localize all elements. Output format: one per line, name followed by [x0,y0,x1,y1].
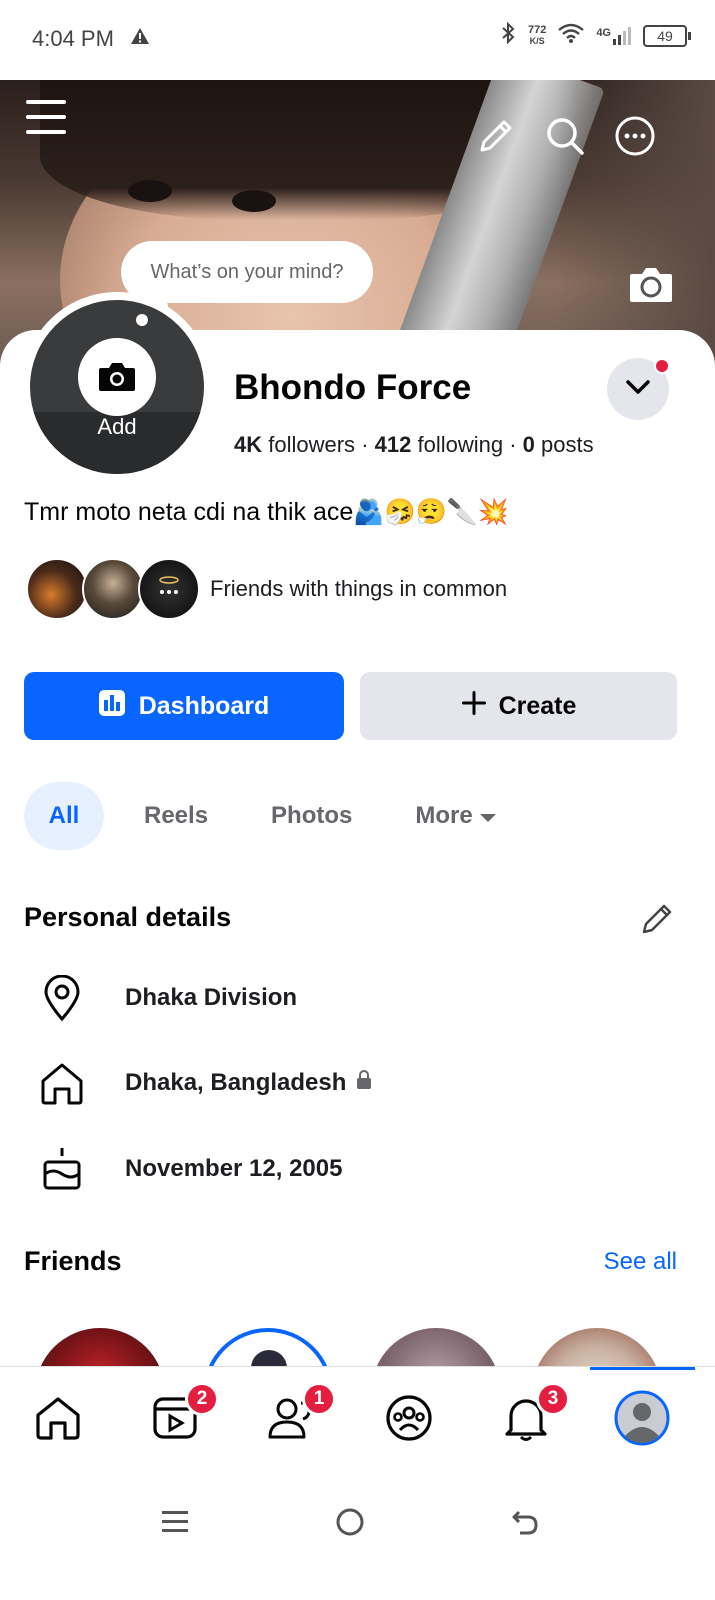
notifications-badge: 3 [536,1382,570,1416]
plus-icon [461,690,487,723]
dashboard-button[interactable]: Dashboard [24,672,344,740]
friends-badge: 1 [302,1382,336,1416]
avatar-add-label: Add [97,414,137,439]
edit-pencil-icon[interactable] [474,114,518,158]
following-count[interactable]: 412 [375,432,412,457]
profile-tabs: All Reels Photos More [24,782,497,850]
recent-apps-icon[interactable] [155,1504,195,1540]
separator: · [361,432,369,457]
friends-title: Friends [24,1246,122,1276]
avatar[interactable]: Add [30,300,204,474]
chevron-down-icon [625,379,651,400]
tab-more[interactable]: More [415,782,496,850]
separator: · [509,432,517,457]
dashboard-icon [98,689,125,723]
tab-photos[interactable]: Photos [271,782,352,850]
bio-text: Tmr moto neta cdi na thik ace [24,498,354,526]
posts-label: posts [541,432,594,457]
bluetooth-icon [500,21,516,49]
tab-reels[interactable]: Reels [144,782,208,850]
tab-more-label: More [415,802,473,829]
whats-on-your-mind-bubble[interactable]: What’s on your mind? [121,241,373,303]
back-icon[interactable] [505,1504,545,1540]
warning-icon [130,26,150,51]
profile-name: Bhondo Force [234,368,472,407]
dashboard-label: Dashboard [138,691,270,720]
caret-down-icon [479,802,497,830]
reels-badge: 2 [185,1382,219,1416]
detail-row-birthday: November 12, 2005 [38,1145,342,1193]
birthday-cake-icon [38,1145,86,1193]
bio-emojis: 🫂🤧😮‍💨🔪💥 [353,498,509,526]
profile-stats: 4K followers · 412 following · 0 posts [234,432,594,458]
active-tab-indicator [590,1367,695,1370]
nav-notifications[interactable]: 3 [496,1382,570,1450]
network-speed: 772 K/S [527,23,547,46]
mutual-avatar [138,558,200,620]
more-options-icon[interactable] [613,114,657,158]
detail-text: Dhaka Division [125,984,298,1011]
detail-text: November 12, 2005 [125,1155,343,1182]
battery-icon: 49 [643,24,691,47]
bio: Tmr moto neta cdi na thik ace🫂🤧😮‍💨🔪💥 [24,498,509,527]
wifi-icon [558,23,585,48]
groups-icon [385,1394,433,1447]
cover-camera-icon[interactable] [628,266,674,304]
posts-count: 0 [522,432,535,457]
detail-row-location: Dhaka Division [38,974,297,1022]
lock-icon [356,1069,372,1097]
tab-all[interactable]: All [24,782,104,850]
camera-icon [78,338,156,416]
detail-text: Dhaka, Bangladesh [125,1069,372,1097]
personal-details-title: Personal details [24,902,232,932]
menu-icon[interactable] [26,98,68,136]
mutual-avatar [82,558,144,620]
status-time: 4:04 PM [32,26,114,51]
bottom-navigation [0,1366,715,1476]
create-button[interactable]: Create [360,672,677,740]
followers-label[interactable]: followers [268,432,355,457]
detail-row-home: Dhaka, Bangladesh [38,1059,372,1107]
notification-dot [654,358,670,374]
home-circle-icon[interactable] [330,1504,370,1540]
mutual-friends[interactable]: Friends with things in common [26,558,507,620]
profile-avatar-icon [614,1390,670,1451]
profile-card [0,330,715,1370]
nav-home[interactable] [28,1390,88,1450]
search-icon[interactable] [543,114,587,158]
story-dot [136,314,148,326]
nav-profile[interactable] [612,1390,672,1450]
edit-details-icon[interactable] [640,900,676,941]
home-icon [34,1395,82,1446]
location-pin-icon [38,974,86,1022]
cellular-signal-icon: 4G [596,26,631,45]
home-icon [38,1059,86,1107]
nav-friends[interactable]: 1 [262,1382,336,1450]
status-bar: 4:04 PM 772 K/S 4G 49 [0,0,715,80]
nav-video[interactable]: 2 [145,1382,219,1450]
mutuals-text: Friends with things in common [210,576,508,601]
see-all-friends-link[interactable]: See all [604,1248,677,1276]
create-label: Create [498,691,577,720]
nav-groups[interactable] [379,1390,439,1450]
following-label[interactable]: following [417,432,503,457]
followers-count[interactable]: 4K [234,432,262,457]
mutual-avatar [26,558,88,620]
